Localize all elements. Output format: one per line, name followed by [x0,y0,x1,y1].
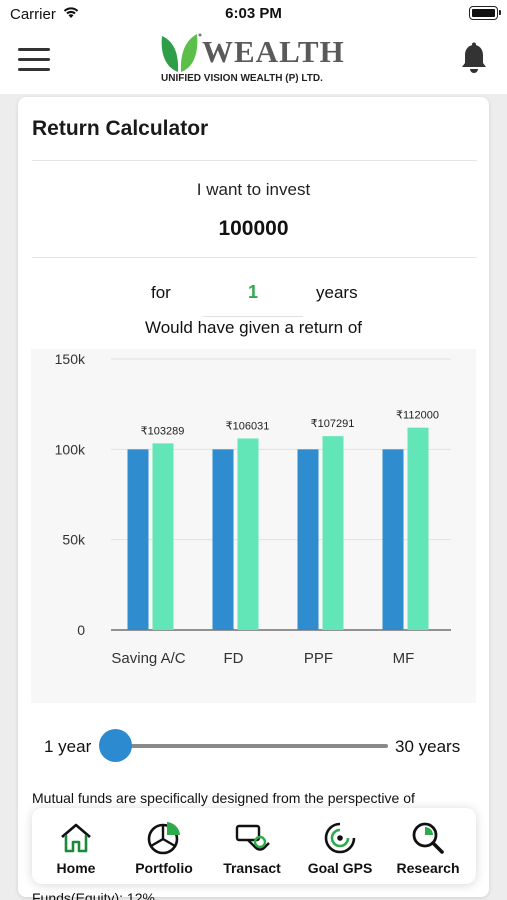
y-tick-label: 50k [62,532,86,548]
data-label: ₹112000 [396,410,439,422]
y-tick-label: 0 [77,622,85,638]
bar-invested [212,449,234,630]
data-label: ₹103289 [141,425,185,437]
home-icon [61,823,91,853]
tab-label: Goal GPS [307,860,373,876]
bottom-tab-bar: Home Portfolio Transact Goal GPS Researc… [32,808,476,884]
tab-label: Transact [223,860,281,876]
data-label: ₹106031 [226,420,270,432]
slider-max-label: 30 years [395,737,461,756]
bar-return [407,427,429,630]
y-tick-label: 100k [55,441,86,457]
description-line: Mutual funds are specifically designed f… [32,790,415,806]
years-label: years [316,283,358,302]
divider [32,257,477,258]
logo-wordmark: WEALTH [202,34,345,69]
bar-invested [382,449,404,630]
returns-bar-chart: 0 50k 100k 150k ₹103289 Saving A/C ₹106031 FD ₹1… [31,349,476,703]
hamburger-menu-icon[interactable] [18,48,50,71]
bell-icon[interactable] [458,42,490,76]
card-title: Return Calculator [32,117,209,140]
tab-portfolio[interactable]: Portfolio [120,808,208,884]
description-text: Mutual funds are specifically designed f… [32,789,472,808]
y-tick-label: 150k [55,351,86,367]
invest-amount-input[interactable]: 100000 [18,217,489,241]
years-slider-thumb[interactable] [99,729,132,762]
bar-return [152,443,174,630]
bar-invested [127,449,149,630]
tab-label: Home [56,860,96,876]
years-slider-track[interactable] [116,744,388,748]
bar-return [237,438,259,630]
years-input[interactable]: 1 [203,281,303,317]
x-tick-label: Saving A/C [111,650,185,667]
status-bar: Carrier 6:03 PM [0,0,507,30]
brand-logo: WEALTH UNIFIED VISION WEALTH (P) LTD. [158,30,358,90]
for-label: for [151,283,171,302]
logo-tagline: UNIFIED VISION WEALTH (P) LTD. [161,73,323,84]
slider-min-label: 1 year [44,737,92,756]
tab-label: Portfolio [135,860,193,876]
battery-icon [469,6,501,20]
divider [32,160,477,161]
transact-icon [235,824,270,851]
bar-return [322,436,344,630]
description-partial: Funds(Equity): 12% [32,890,155,900]
pie-chart-icon [147,822,180,855]
tab-home[interactable]: Home [32,808,120,884]
tab-research[interactable]: Research [384,808,472,884]
tab-label: Research [396,860,460,876]
clock: 6:03 PM [225,5,282,22]
x-tick-label: MF [393,650,415,667]
leaf-logo-icon [161,33,202,72]
bar-invested [297,449,319,630]
return-calculator-card: Return Calculator I want to invest 10000… [18,97,489,897]
research-icon [412,822,444,854]
tab-transact[interactable]: Transact [208,808,296,884]
x-tick-label: PPF [304,650,333,667]
return-label: Would have given a return of [144,318,363,337]
x-tick-label: FD [224,650,244,667]
tab-goal-gps[interactable]: Goal GPS [296,808,384,884]
app-header: WEALTH UNIFIED VISION WEALTH (P) LTD. [0,30,507,94]
invest-label: I want to invest [196,180,311,199]
data-label: ₹107291 [311,418,355,430]
target-icon [324,822,356,854]
chart-canvas: 0 50k 100k 150k ₹103289 Saving A/C ₹106031 FD ₹1… [55,351,451,667]
